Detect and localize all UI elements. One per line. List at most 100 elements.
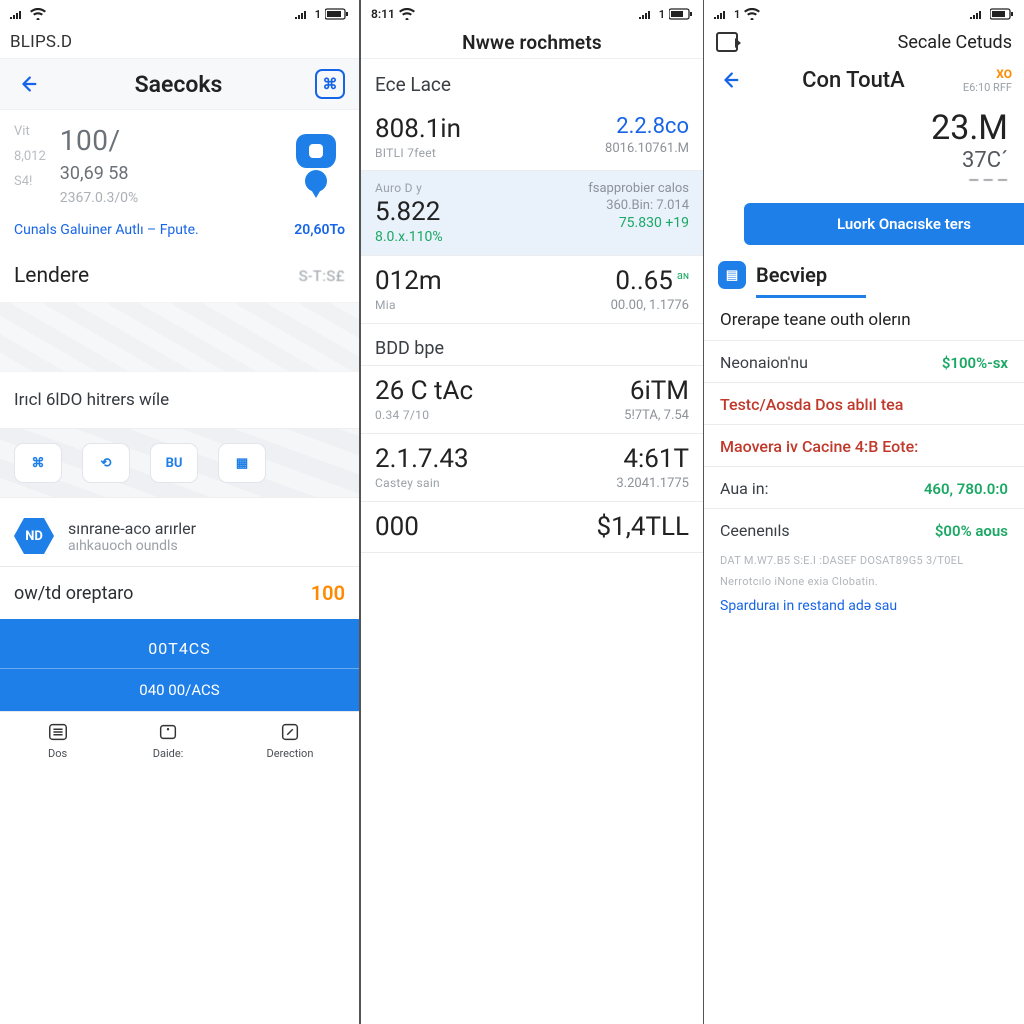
row-left-primary: 808.1in [375,114,461,144]
txn-amount: $00% aous [935,522,1008,540]
battery-text: 1 [734,8,740,21]
status-time: 8:11 [371,7,395,21]
footer-link[interactable]: Sparduraı in restand adə sau [704,592,1024,620]
profile-avatar-icon[interactable] [287,124,345,202]
tab-item[interactable]: Dos [46,720,70,760]
row-right-secondary: 5!7TA, 7.54 [624,408,689,423]
chip-button[interactable]: ⌘ [14,443,62,483]
header-action-button[interactable]: ⌘ [315,69,345,99]
tab-item[interactable]: Daide: [153,720,184,760]
summary-link-row[interactable]: Cunals Galuiner Autlı – Fpute. 20,60To [0,216,359,250]
primary-footer: 00T4CS 040 00/ACS [0,619,359,711]
battery-text: 1 [315,8,321,21]
balance-detail: — — — [704,173,1024,197]
data-list: 808.1inBITLI 7feet2.2.8co8016.10761.MAur… [361,104,703,553]
battery-icon [325,8,349,20]
data-row[interactable]: 000 $1,4TLL [361,502,703,553]
account-title: sınrane-aco arırler [68,519,196,538]
map-preview[interactable] [0,302,359,372]
section-meta: S-T:S£ [299,267,345,285]
metric-small: 2367.0.3/0% [60,190,139,206]
primary-cta-button[interactable]: Luork Onacıske ters [744,203,1024,245]
metric-label: Vit [14,124,46,139]
section-title: Lendere [14,264,89,288]
data-row[interactable]: 012mMia0..65aɴ00.00, 1.1776 [361,256,703,324]
app-brand-bar: Secale Cetuds [704,26,1024,58]
subtitle-text: Orerape teane outh olerın [720,310,911,330]
kv-row[interactable]: ow/td oreptaro 100 [0,566,359,619]
back-button[interactable] [14,70,42,98]
header-code: XO [963,67,1012,81]
battery-text: 1 [659,8,665,21]
phone-screen-1: 1 BLIPS.D Saecoks ⌘ Vit 8,012 S4! 10 [0,0,360,1024]
link-value: 20,60To [294,222,345,238]
row-right-change: 75.830 +19 [619,215,689,231]
row-right-primary: 4:61T [623,444,689,474]
kv-key: ow/td oreptaro [14,583,133,604]
row-left-secondary: 0.34 7/10 [375,408,473,422]
arrow-left-icon [17,73,39,95]
header-bar: Con ToutA XO E6:10 RFF [704,58,1024,102]
brand-logo-icon [716,32,738,52]
txn-amount: $100%-sx [942,354,1008,372]
row-right-secondary: 00.00, 1.1776 [611,298,689,313]
text-icon: BU [166,456,183,471]
row-left-primary: 000 [375,512,419,542]
data-row[interactable]: 808.1inBITLI 7feet2.2.8co8016.10761.M [361,104,703,171]
transaction-row[interactable]: Neonaion'nu $100%-sx [704,340,1024,382]
kv-value: 100 [311,581,345,605]
row-left-secondary: BITLI 7feet [375,146,461,160]
row-right-primary: 6iTM [630,376,689,406]
list-icon [47,721,69,743]
chip-button[interactable]: ▦ [218,443,266,483]
metric-label: S4! [14,174,46,189]
box-icon [157,721,179,743]
footer-button-a[interactable]: 00T4CS [0,633,359,669]
transaction-row[interactable]: Ceenenıls $00% aous [704,508,1024,550]
qr-icon: ⌘ [32,456,45,471]
data-row[interactable]: 2.1.7.43Castey sain4:61T3.2041.1775 [361,434,703,502]
txn-title: Ceenenıls [720,521,790,540]
footer-button-b[interactable]: 040 00/ACS [0,669,359,703]
tab-header: ▤ Becviep [704,245,1024,295]
brand-label: Secale Cetuds [898,32,1012,53]
tab-item[interactable]: Derection [267,720,314,760]
signal-icon [714,9,730,19]
data-row[interactable]: 26 C tAc0.34 7/106iTM5!7TA, 7.54 [361,366,703,434]
row-left-change: 8.0.x.110% [375,229,443,245]
list-separator: BDD bpe [361,324,703,366]
list-row[interactable]: Irıcl 6lDO hitrers wíle [0,372,359,429]
grid-icon: ⌘ [323,75,338,93]
txn-title: Aua in: [720,479,768,498]
tab-label: Daide: [153,747,184,760]
summary-card: Vit 8,012 S4! 100/ 30,69 58 2367.0.3/0% [0,110,359,216]
metric-big: 100/ [60,124,139,157]
transaction-row[interactable]: Aua in:460, 780.0:0 [704,466,1024,508]
signal-icon [295,9,311,19]
transaction-row[interactable]: Testc/Aosda Dos ablıl tea [704,382,1024,424]
row-right-secondary: 360.Bin: 7.014 [606,198,689,213]
compass-icon [279,721,301,743]
phone-screen-3: 1 Secale Cetuds Con ToutA XO E6:10 RFF 2… [704,0,1024,1024]
row-left-big: 5.822 [375,197,443,227]
txn-title: Neonaion'nu [720,353,808,372]
hex-badge-icon: ND [14,516,54,556]
row-right-primary: $1,4TLL [597,512,689,542]
wifi-icon [30,8,46,20]
account-card[interactable]: ND sınrane-aco arırler aıhkauoch oundls [0,498,359,566]
transaction-row[interactable]: Maovera iv Cacine 4:B Eote: [704,424,1024,466]
chip-button[interactable]: ⟲ [82,443,130,483]
list-section-title: Ece Lace [361,58,703,104]
balance-primary: 23.M [704,102,1024,148]
back-button[interactable] [716,66,744,94]
tab-icon: ▤ [718,261,746,289]
account-subtitle: aıhkauoch oundls [68,538,196,554]
tab-label[interactable]: Becviep [756,263,827,287]
row-right-secondary: 3.2041.1775 [616,476,689,491]
tab-bar: Dos Daide: Derection [0,711,359,766]
data-row[interactable]: Auro D y5.8228.0.x.110%fsapprobier calos… [361,171,703,256]
screen-title: Nwwe rochmets [361,26,703,58]
balance-secondary: 37C´ [704,148,1024,173]
row-left-primary: 2.1.7.43 [375,444,469,474]
chip-button[interactable]: BU [150,443,198,483]
